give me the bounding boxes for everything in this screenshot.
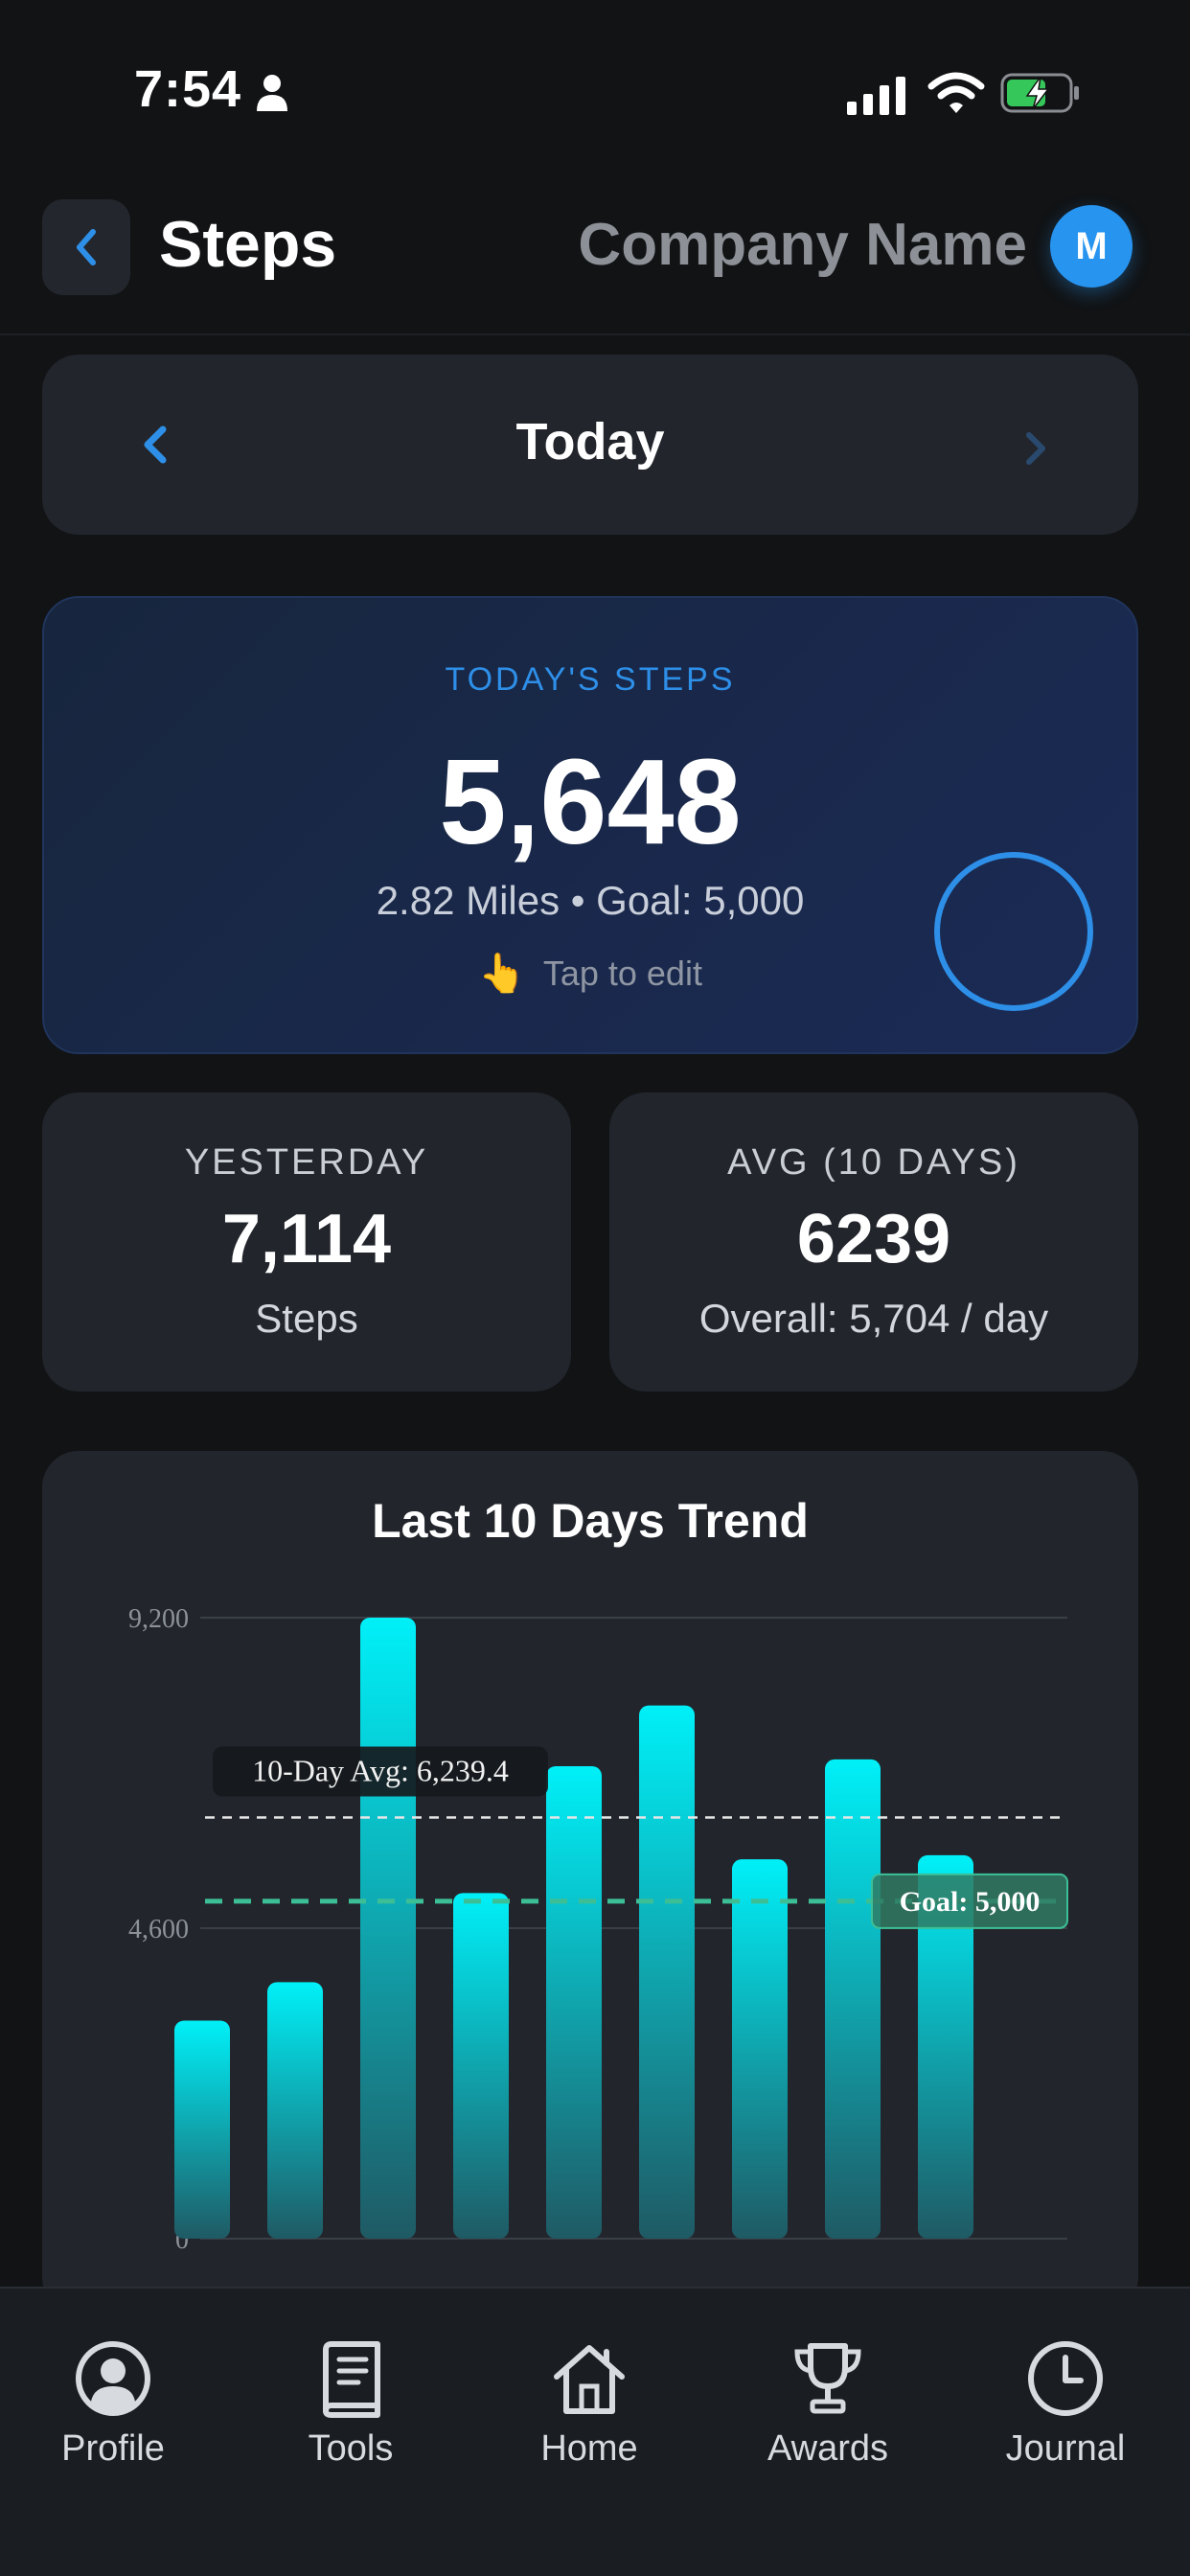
tab-profile[interactable]: Profile: [8, 2338, 218, 2470]
progress-ring: [934, 852, 1093, 1011]
date-navigator: Today: [42, 355, 1138, 535]
tab-home-label: Home: [540, 2428, 638, 2469]
tab-awards[interactable]: Awards: [722, 2338, 933, 2470]
wifi-icon: [927, 72, 985, 113]
y-tick-label: 9,200: [128, 1604, 189, 1634]
bar: [639, 1705, 695, 2239]
date-label: Today: [515, 413, 665, 471]
bar: [267, 1982, 323, 2239]
company-name: Company Name: [578, 212, 1027, 278]
tab-profile-label: Profile: [61, 2428, 165, 2469]
y-tick-label: 4,600: [128, 1915, 189, 1944]
tab-tools[interactable]: Tools: [245, 2338, 456, 2470]
yesterday-value: 7,114: [221, 1201, 392, 1277]
status-time: 7:54: [134, 60, 242, 118]
trend-chart-card: Last 10 Days Trend 0 4,600 9,200 10-Day Avg…: [42, 1451, 1138, 2313]
clock-icon: [1028, 2341, 1103, 2416]
average-label: AVG (10 DAYS): [727, 1142, 1020, 1183]
home-icon: [554, 2345, 625, 2414]
pointing-finger-icon: 👆: [478, 953, 526, 995]
todays-steps-card[interactable]: TODAY'S STEPS 5,648 2.82 Miles • Goal: 5…: [42, 596, 1138, 1054]
signal-icon: [847, 77, 905, 115]
average-card: AVG (10 DAYS) 6239 Overall: 5,704 / day: [609, 1092, 1138, 1392]
tab-journal-label: Journal: [1005, 2428, 1126, 2469]
yesterday-unit: Steps: [255, 1296, 358, 1341]
book-icon: [323, 2341, 380, 2418]
yesterday-label: YESTERDAY: [184, 1142, 429, 1183]
avatar[interactable]: M: [1050, 205, 1133, 288]
person-icon: [257, 75, 287, 111]
user-circle-icon: [76, 2341, 150, 2416]
bar: [360, 1618, 416, 2239]
next-day-button[interactable]: [1008, 414, 1065, 483]
bar: [546, 1765, 602, 2239]
chevron-left-icon: [77, 229, 96, 265]
tab-awards-label: Awards: [767, 2428, 889, 2469]
page-title: Steps: [159, 208, 337, 281]
trophy-icon: [794, 2343, 861, 2414]
average-value: 6239: [796, 1201, 951, 1277]
tab-bar: Profile Tools Home Awards Journal: [0, 2287, 1190, 2576]
average-line-label: 10-Day Avg: 6,239.4: [252, 1754, 509, 1788]
bar: [174, 2020, 230, 2239]
battery-charging-icon: [1000, 73, 1079, 113]
goal-line-label: Goal: 5,000: [900, 1886, 1041, 1918]
trend-chart: 04,6009,20010-Day Avg: 6,239.4Goal: 5,00…: [128, 1604, 1068, 2255]
tap-to-edit-label: Tap to edit: [542, 953, 702, 993]
status-bar: 7:54: [0, 0, 1190, 182]
tab-journal[interactable]: Journal: [960, 2338, 1171, 2470]
todays-steps-label: TODAY'S STEPS: [445, 661, 736, 698]
back-button[interactable]: [42, 199, 130, 295]
bar: [732, 1859, 788, 2239]
tab-home[interactable]: Home: [484, 2338, 695, 2470]
tab-tools-label: Tools: [308, 2428, 394, 2469]
bar: [453, 1893, 509, 2239]
bar: [825, 1759, 881, 2239]
yesterday-card: YESTERDAY 7,114 Steps: [42, 1092, 571, 1392]
average-overall: Overall: 5,704 / day: [698, 1296, 1049, 1341]
app-header: Steps Company Name M: [0, 182, 1190, 335]
